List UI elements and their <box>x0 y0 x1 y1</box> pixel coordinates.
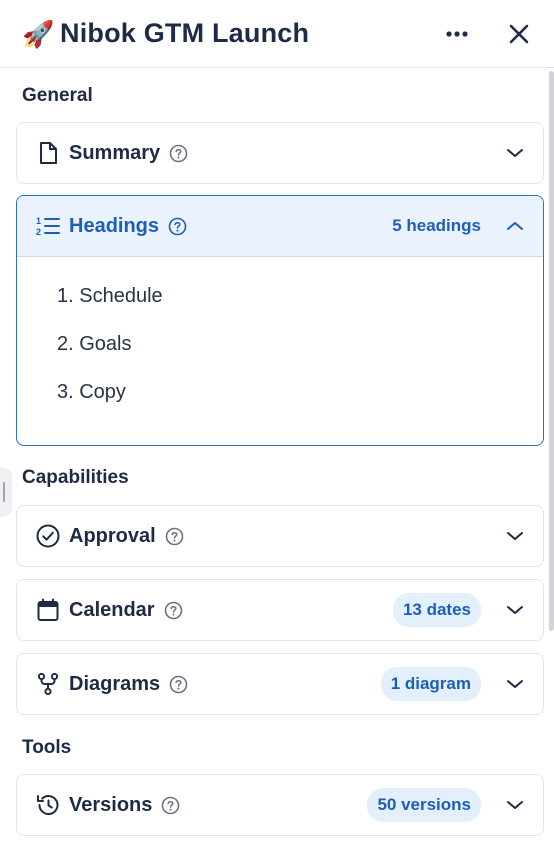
help-icon[interactable] <box>165 527 184 546</box>
help-icon[interactable] <box>168 217 187 236</box>
calendar-icon <box>35 597 61 623</box>
svg-text:1: 1 <box>36 216 41 226</box>
headings-header[interactable]: 1 2 Headings 5 headings <box>17 196 543 257</box>
versions-label: Versions <box>69 793 153 816</box>
calendar-label: Calendar <box>69 598 155 621</box>
approval-header[interactable]: Approval <box>17 506 543 566</box>
chevron-down-icon <box>505 600 525 620</box>
section-general-label: General <box>22 85 93 106</box>
panel-content: General Summary 1 2 Headings 5 headings … <box>0 69 554 844</box>
chevron-up-icon <box>505 216 525 236</box>
history-icon <box>35 792 61 818</box>
check-circle-icon <box>35 523 61 549</box>
numbered-list-icon: 1 2 <box>35 213 61 239</box>
close-icon <box>509 24 529 43</box>
rocket-icon: 🚀 <box>22 18 55 49</box>
summary-card: Summary <box>16 122 544 184</box>
headings-count: 5 headings <box>392 216 481 235</box>
summary-label: Summary <box>69 141 161 164</box>
resize-handle[interactable] <box>0 467 12 517</box>
close-button[interactable] <box>504 19 534 49</box>
panel-title: Nibok GTM Launch <box>60 18 310 48</box>
approval-label: Approval <box>69 524 156 547</box>
diagrams-badge: 1 diagram <box>380 667 481 701</box>
headings-card: 1 2 Headings 5 headings 1. Schedule 2. G… <box>16 195 544 446</box>
more-options-button[interactable] <box>442 19 472 49</box>
document-icon <box>35 140 61 166</box>
headings-list: 1. Schedule 2. Goals 3. Copy <box>17 257 543 425</box>
diagrams-header[interactable]: Diagrams 1 diagram <box>17 654 543 714</box>
calendar-badge: 13 dates <box>392 593 481 627</box>
approval-card: Approval <box>16 505 544 567</box>
chevron-down-icon <box>505 526 525 546</box>
diagrams-card: Diagrams 1 diagram <box>16 653 544 715</box>
branch-icon <box>35 671 61 697</box>
scrollbar[interactable] <box>549 71 554 631</box>
summary-header[interactable]: Summary <box>17 123 543 183</box>
versions-card: Versions 50 versions <box>16 774 544 836</box>
panel-header: 🚀 Nibok GTM Launch <box>0 0 554 68</box>
help-icon[interactable] <box>169 675 188 694</box>
heading-item[interactable]: 3. Copy <box>57 377 543 425</box>
chevron-down-icon <box>505 674 525 694</box>
more-horizontal-icon <box>446 30 468 37</box>
calendar-header[interactable]: Calendar 13 dates <box>17 580 543 640</box>
chevron-down-icon <box>505 143 525 163</box>
heading-item[interactable]: 2. Goals <box>57 329 543 377</box>
svg-text:2: 2 <box>36 227 41 237</box>
versions-header[interactable]: Versions 50 versions <box>17 775 543 835</box>
headings-label: Headings <box>69 214 160 237</box>
help-icon[interactable] <box>161 796 180 815</box>
help-icon[interactable] <box>169 144 188 163</box>
diagrams-label: Diagrams <box>69 672 161 695</box>
calendar-card: Calendar 13 dates <box>16 579 544 641</box>
help-icon[interactable] <box>164 601 183 620</box>
heading-item[interactable]: 1. Schedule <box>57 281 543 329</box>
versions-badge: 50 versions <box>367 788 481 822</box>
section-tools-label: Tools <box>22 737 72 758</box>
chevron-down-icon <box>505 795 525 815</box>
section-capabilities-label: Capabilities <box>22 467 129 488</box>
